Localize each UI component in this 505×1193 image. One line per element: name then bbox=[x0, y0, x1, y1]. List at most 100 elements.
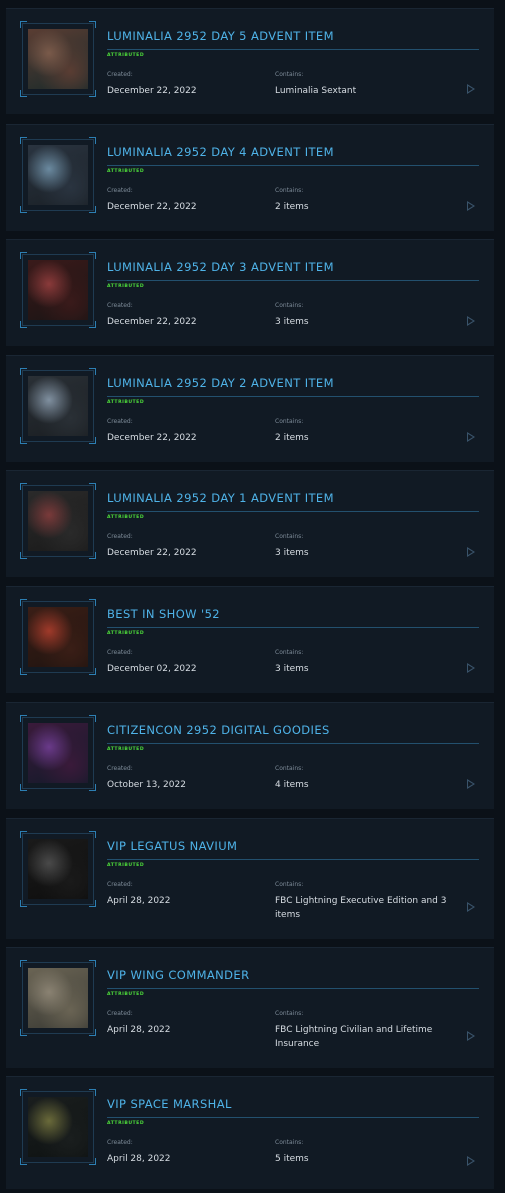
pledge-thumbnail[interactable] bbox=[20, 715, 96, 791]
pledge-image bbox=[28, 723, 88, 783]
pledge-thumbnail[interactable] bbox=[20, 252, 96, 328]
corner-bracket bbox=[89, 1158, 96, 1165]
attributed-badge: ATTRIBUTED bbox=[107, 400, 145, 405]
expand-arrow-icon[interactable] bbox=[467, 779, 475, 789]
expand-arrow-icon[interactable] bbox=[467, 1031, 475, 1041]
pledge-title[interactable]: VIP LEGATUS NAVIUM bbox=[107, 839, 237, 853]
expand-arrow-icon[interactable] bbox=[467, 201, 475, 211]
pledge-card[interactable]: VIP LEGATUS NAVIUM ATTRIBUTED Created: A… bbox=[6, 818, 494, 939]
pledge-title[interactable]: VIP SPACE MARSHAL bbox=[107, 1097, 232, 1111]
corner-bracket bbox=[89, 21, 96, 28]
attributed-badge: ATTRIBUTED bbox=[107, 992, 145, 997]
pledge-thumbnail[interactable] bbox=[20, 1089, 96, 1165]
expand-arrow-icon[interactable] bbox=[467, 432, 475, 442]
pledge-thumbnail[interactable] bbox=[20, 960, 96, 1036]
corner-bracket bbox=[20, 137, 27, 144]
created-date: December 22, 2022 bbox=[107, 317, 197, 327]
contains-value: 2 items bbox=[275, 202, 309, 212]
contains-label: Contains: bbox=[275, 881, 304, 888]
expand-arrow-icon[interactable] bbox=[467, 547, 475, 557]
corner-bracket bbox=[20, 483, 27, 490]
contains-value: 3 items bbox=[275, 664, 309, 674]
title-divider bbox=[107, 396, 479, 397]
contains-label: Contains: bbox=[275, 765, 304, 772]
pledge-card[interactable]: BEST IN SHOW '52 ATTRIBUTED Created: Dec… bbox=[6, 586, 494, 693]
created-date: December 22, 2022 bbox=[107, 86, 197, 96]
pledge-image bbox=[28, 376, 88, 436]
corner-bracket bbox=[89, 668, 96, 675]
pledge-title[interactable]: CITIZENCON 2952 DIGITAL GOODIES bbox=[107, 723, 330, 737]
created-label: Created: bbox=[107, 1139, 133, 1146]
pledge-title[interactable]: LUMINALIA 2952 DAY 5 ADVENT ITEM bbox=[107, 29, 334, 43]
pledge-title[interactable]: VIP WING COMMANDER bbox=[107, 968, 250, 982]
title-divider bbox=[107, 1117, 479, 1118]
contains-label: Contains: bbox=[275, 418, 304, 425]
pledge-title[interactable]: LUMINALIA 2952 DAY 2 ADVENT ITEM bbox=[107, 376, 334, 390]
corner-bracket bbox=[20, 1158, 27, 1165]
corner-bracket bbox=[20, 668, 27, 675]
pledge-card[interactable]: VIP WING COMMANDER ATTRIBUTED Created: A… bbox=[6, 947, 494, 1068]
attributed-badge: ATTRIBUTED bbox=[107, 631, 145, 636]
attributed-badge: ATTRIBUTED bbox=[107, 863, 145, 868]
pledge-card[interactable]: LUMINALIA 2952 DAY 2 ADVENT ITEM ATTRIBU… bbox=[6, 355, 494, 462]
corner-bracket bbox=[89, 90, 96, 97]
expand-arrow-icon[interactable] bbox=[467, 1156, 475, 1166]
corner-bracket bbox=[20, 831, 27, 838]
pledge-title[interactable]: LUMINALIA 2952 DAY 4 ADVENT ITEM bbox=[107, 145, 334, 159]
corner-bracket bbox=[89, 206, 96, 213]
contains-label: Contains: bbox=[275, 302, 304, 309]
pledge-card[interactable]: LUMINALIA 2952 DAY 3 ADVENT ITEM ATTRIBU… bbox=[6, 239, 494, 346]
corner-bracket bbox=[20, 90, 27, 97]
expand-arrow-icon[interactable] bbox=[467, 663, 475, 673]
corner-bracket bbox=[89, 960, 96, 967]
title-divider bbox=[107, 859, 479, 860]
pledge-thumbnail[interactable] bbox=[20, 599, 96, 675]
attributed-badge: ATTRIBUTED bbox=[107, 1121, 145, 1126]
created-date: December 22, 2022 bbox=[107, 433, 197, 443]
created-label: Created: bbox=[107, 187, 133, 194]
corner-bracket bbox=[20, 784, 27, 791]
pledge-card[interactable]: CITIZENCON 2952 DIGITAL GOODIES ATTRIBUT… bbox=[6, 702, 494, 809]
pledge-card[interactable]: LUMINALIA 2952 DAY 1 ADVENT ITEM ATTRIBU… bbox=[6, 470, 494, 577]
corner-bracket bbox=[89, 437, 96, 444]
pledge-image bbox=[28, 607, 88, 667]
corner-bracket bbox=[89, 252, 96, 259]
created-label: Created: bbox=[107, 649, 133, 656]
pledge-thumbnail[interactable] bbox=[20, 137, 96, 213]
corner-bracket bbox=[89, 715, 96, 722]
corner-bracket bbox=[20, 1089, 27, 1096]
pledge-card[interactable]: VIP SPACE MARSHAL ATTRIBUTED Created: Ap… bbox=[6, 1076, 494, 1189]
expand-arrow-icon[interactable] bbox=[467, 316, 475, 326]
pledge-image bbox=[28, 968, 88, 1028]
created-date: April 28, 2022 bbox=[107, 1154, 171, 1164]
pledge-card[interactable]: LUMINALIA 2952 DAY 4 ADVENT ITEM ATTRIBU… bbox=[6, 124, 494, 231]
corner-bracket bbox=[20, 1029, 27, 1036]
contains-label: Contains: bbox=[275, 71, 304, 78]
pledge-thumbnail[interactable] bbox=[20, 831, 96, 907]
corner-bracket bbox=[89, 321, 96, 328]
pledge-title[interactable]: LUMINALIA 2952 DAY 1 ADVENT ITEM bbox=[107, 491, 334, 505]
created-label: Created: bbox=[107, 418, 133, 425]
pledge-thumbnail[interactable] bbox=[20, 368, 96, 444]
attributed-badge: ATTRIBUTED bbox=[107, 284, 145, 289]
expand-arrow-icon[interactable] bbox=[467, 84, 475, 94]
created-label: Created: bbox=[107, 1010, 133, 1017]
pledge-thumbnail[interactable] bbox=[20, 21, 96, 97]
title-divider bbox=[107, 627, 479, 628]
created-label: Created: bbox=[107, 302, 133, 309]
corner-bracket bbox=[20, 715, 27, 722]
pledge-title[interactable]: LUMINALIA 2952 DAY 3 ADVENT ITEM bbox=[107, 260, 334, 274]
created-date: October 13, 2022 bbox=[107, 780, 186, 790]
title-divider bbox=[107, 988, 479, 989]
title-divider bbox=[107, 743, 479, 744]
attributed-badge: ATTRIBUTED bbox=[107, 53, 145, 58]
expand-arrow-icon[interactable] bbox=[467, 902, 475, 912]
created-date: December 02, 2022 bbox=[107, 664, 197, 674]
created-date: December 22, 2022 bbox=[107, 548, 197, 558]
contains-label: Contains: bbox=[275, 533, 304, 540]
pledge-card[interactable]: LUMINALIA 2952 DAY 5 ADVENT ITEM ATTRIBU… bbox=[6, 8, 494, 114]
pledge-title[interactable]: BEST IN SHOW '52 bbox=[107, 607, 220, 621]
pledge-thumbnail[interactable] bbox=[20, 483, 96, 559]
corner-bracket bbox=[89, 368, 96, 375]
pledge-image bbox=[28, 1097, 88, 1157]
